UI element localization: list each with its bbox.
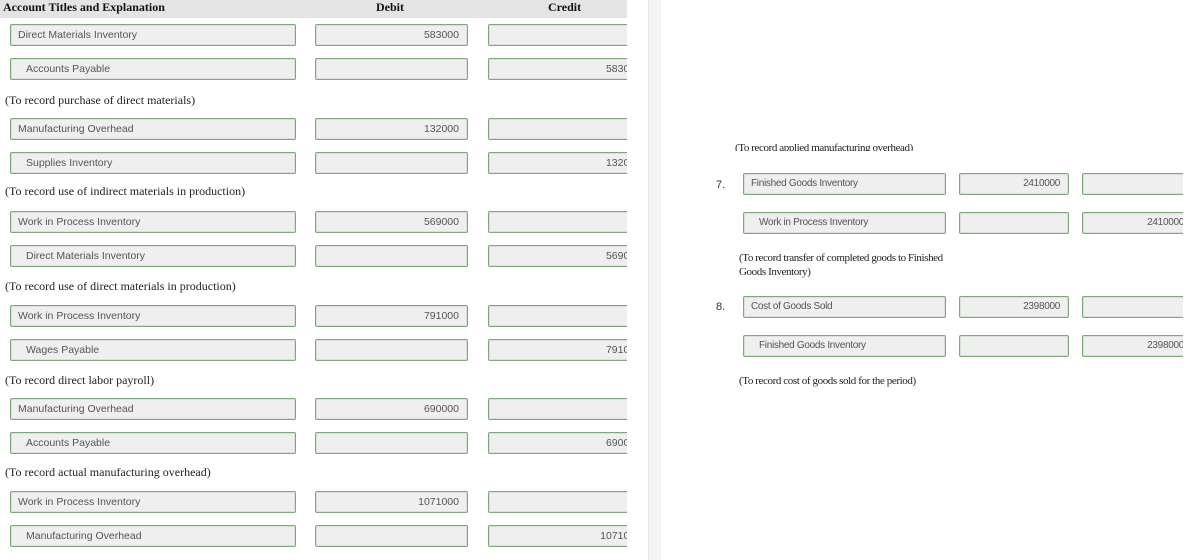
account-input[interactable]: Manufacturing Overhead: [10, 525, 296, 547]
debit-input[interactable]: [315, 339, 468, 361]
entry-note: (To record direct labor payroll): [5, 373, 155, 387]
account-input[interactable]: Finished Goods Inventory: [743, 173, 946, 195]
entry-note: (To record transfer of completed goods t…: [739, 252, 943, 278]
credit-input[interactable]: [1082, 296, 1183, 318]
credit-input[interactable]: 2410000: [1082, 212, 1183, 234]
entry-number: 8.: [716, 301, 726, 313]
account-input[interactable]: Accounts Payable: [10, 58, 296, 80]
entry-note: (To record use of indirect materials in …: [5, 184, 246, 198]
debit-input[interactable]: [315, 152, 468, 174]
entry-note-applied-overhead: (To record applied manufacturing overhea…: [735, 142, 913, 151]
header-account: Account Titles and Explanation: [3, 0, 165, 14]
debit-input[interactable]: 569000: [315, 211, 468, 233]
entry-number: 7.: [716, 179, 726, 191]
credit-input[interactable]: [488, 24, 627, 46]
account-input[interactable]: Manufacturing Overhead: [10, 118, 296, 140]
credit-input[interactable]: [1082, 173, 1183, 195]
table-header: Account Titles and Explanation Debit Cre…: [0, 0, 627, 18]
account-input[interactable]: Wages Payable: [10, 339, 296, 361]
account-input[interactable]: Direct Materials Inventory: [10, 245, 296, 267]
credit-input[interactable]: 791000: [488, 339, 627, 361]
account-input[interactable]: Supplies Inventory: [10, 152, 296, 174]
credit-input[interactable]: 2398000: [1082, 335, 1183, 357]
debit-input[interactable]: [315, 432, 468, 454]
journal-left-panel: Account Titles and Explanation Debit Cre…: [0, 0, 627, 560]
account-input[interactable]: Cost of Goods Sold: [743, 296, 946, 318]
credit-input[interactable]: 569000: [488, 245, 627, 267]
credit-input[interactable]: 1071000: [488, 525, 627, 547]
entry-note: (To record actual manufacturing overhead…: [5, 465, 211, 479]
header-credit: Credit: [548, 0, 582, 14]
debit-input[interactable]: 1071000: [315, 491, 468, 513]
debit-input[interactable]: 2410000: [959, 173, 1069, 195]
entry-note: (To record cost of goods sold for the pe…: [739, 375, 916, 387]
debit-input[interactable]: 791000: [315, 305, 468, 327]
credit-input[interactable]: 583000: [488, 58, 627, 80]
account-input[interactable]: Work in Process Inventory: [10, 211, 296, 233]
account-input[interactable]: Accounts Payable: [10, 432, 296, 454]
entry-note: (To record use of direct materials in pr…: [5, 279, 236, 293]
debit-input[interactable]: 583000: [315, 24, 468, 46]
credit-input[interactable]: [488, 211, 627, 233]
debit-input[interactable]: [959, 212, 1069, 234]
credit-input[interactable]: [488, 491, 627, 513]
account-input[interactable]: Work in Process Inventory: [743, 212, 946, 234]
account-input[interactable]: Work in Process Inventory: [10, 305, 296, 327]
credit-input[interactable]: [488, 305, 627, 327]
account-input[interactable]: Direct Materials Inventory: [10, 24, 296, 46]
account-input[interactable]: Manufacturing Overhead: [10, 398, 296, 420]
account-input[interactable]: Finished Goods Inventory: [743, 335, 946, 357]
credit-input[interactable]: 690000: [488, 432, 627, 454]
debit-input[interactable]: 132000: [315, 118, 468, 140]
debit-input[interactable]: 2398000: [959, 296, 1069, 318]
debit-input[interactable]: [315, 245, 468, 267]
debit-input[interactable]: 690000: [315, 398, 468, 420]
journal-right-panel: (To record applied manufacturing overhea…: [660, 0, 1183, 560]
header-debit: Debit: [376, 0, 404, 14]
account-input[interactable]: Work in Process Inventory: [10, 491, 296, 513]
credit-input[interactable]: [488, 398, 627, 420]
entry-note: (To record purchase of direct materials): [5, 93, 196, 107]
debit-input[interactable]: [315, 525, 468, 547]
credit-input[interactable]: 132000: [488, 152, 627, 174]
debit-input[interactable]: [315, 58, 468, 80]
credit-input[interactable]: [488, 118, 627, 140]
debit-input[interactable]: [959, 335, 1069, 357]
